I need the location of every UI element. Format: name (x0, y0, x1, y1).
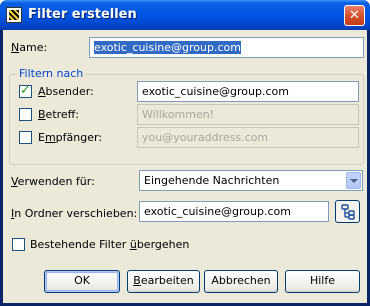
recipient-input[interactable]: you@youraddress.com (137, 127, 359, 148)
recipient-checkbox[interactable] (19, 131, 32, 144)
filter-by-title: Filtern nach (17, 67, 86, 80)
subject-input[interactable]: Willkommen! (137, 104, 359, 125)
recipient-label-prefix: E (38, 131, 45, 144)
filter-app-icon (6, 7, 22, 23)
cancel-button[interactable]: Abbrechen (204, 270, 278, 293)
override-label-prefix: Bestehende Filter (30, 238, 130, 251)
window-title: Filter erstellen (28, 7, 137, 22)
recipient-label-text: pfänger: (55, 131, 103, 144)
sender-input[interactable]: exotic_cuisine@group.com (137, 81, 359, 102)
override-filters-checkbox[interactable] (12, 238, 25, 251)
sender-checkbox[interactable] (19, 83, 32, 98)
use-for-select[interactable]: Eingehende Nachrichten (139, 170, 363, 191)
override-filters-label: Bestehende Filter übergehen (30, 238, 189, 251)
move-to-label-text: n Ordner verschieben: (14, 207, 138, 220)
subject-label-accel: B (38, 108, 46, 121)
use-for-label-text: erwenden für: (17, 175, 95, 188)
sender-label: Absender: (38, 85, 94, 98)
recipient-label: Empfänger: (38, 131, 102, 144)
title-bar[interactable]: Filter erstellen ✕ (0, 0, 370, 30)
filter-dialog-window: Filter erstellen ✕ Name: exotic_cuisine@… (0, 0, 370, 306)
chevron-down-icon[interactable] (346, 172, 361, 189)
dialog-body: Name: exotic_cuisine@group.com Filtern n… (3, 30, 367, 303)
name-label: Name: (11, 41, 47, 54)
name-label-text: ame: (19, 41, 48, 54)
choose-folder-button[interactable] (335, 200, 360, 223)
edit-button[interactable]: Bearbeiten (127, 270, 200, 293)
help-button[interactable]: Hilfe (285, 270, 360, 293)
override-label-text: bergehen (136, 238, 190, 251)
move-to-folder-input[interactable]: exotic_cuisine@group.com (139, 201, 329, 222)
subject-label: Betreff: (38, 108, 79, 121)
edit-button-accel: B (133, 274, 141, 287)
use-for-label-accel: V (11, 175, 18, 188)
use-for-label: Verwenden für: (11, 175, 95, 188)
sender-label-accel: A (38, 85, 46, 98)
use-for-selected-value: Eingehende Nachrichten (144, 174, 280, 187)
name-input-value: exotic_cuisine@group.com (94, 41, 241, 54)
close-button[interactable]: ✕ (344, 5, 365, 26)
filter-by-groupbox: Filtern nach Absender: exotic_cuisine@gr… (9, 67, 364, 165)
ok-button[interactable]: OK (44, 270, 120, 293)
folder-tree-icon (341, 204, 355, 220)
edit-button-text: earbeiten (140, 274, 194, 287)
move-to-folder-label: In Ordner verschieben: (11, 207, 137, 220)
name-label-accel: N (11, 41, 20, 54)
subject-checkbox[interactable] (19, 108, 32, 121)
recipient-label-accel: m (44, 131, 56, 144)
name-input[interactable]: exotic_cuisine@group.com (89, 37, 364, 58)
subject-label-text: etreff: (45, 108, 79, 121)
sender-label-text: bsender: (45, 85, 94, 98)
override-label-accel: ü (129, 238, 137, 251)
